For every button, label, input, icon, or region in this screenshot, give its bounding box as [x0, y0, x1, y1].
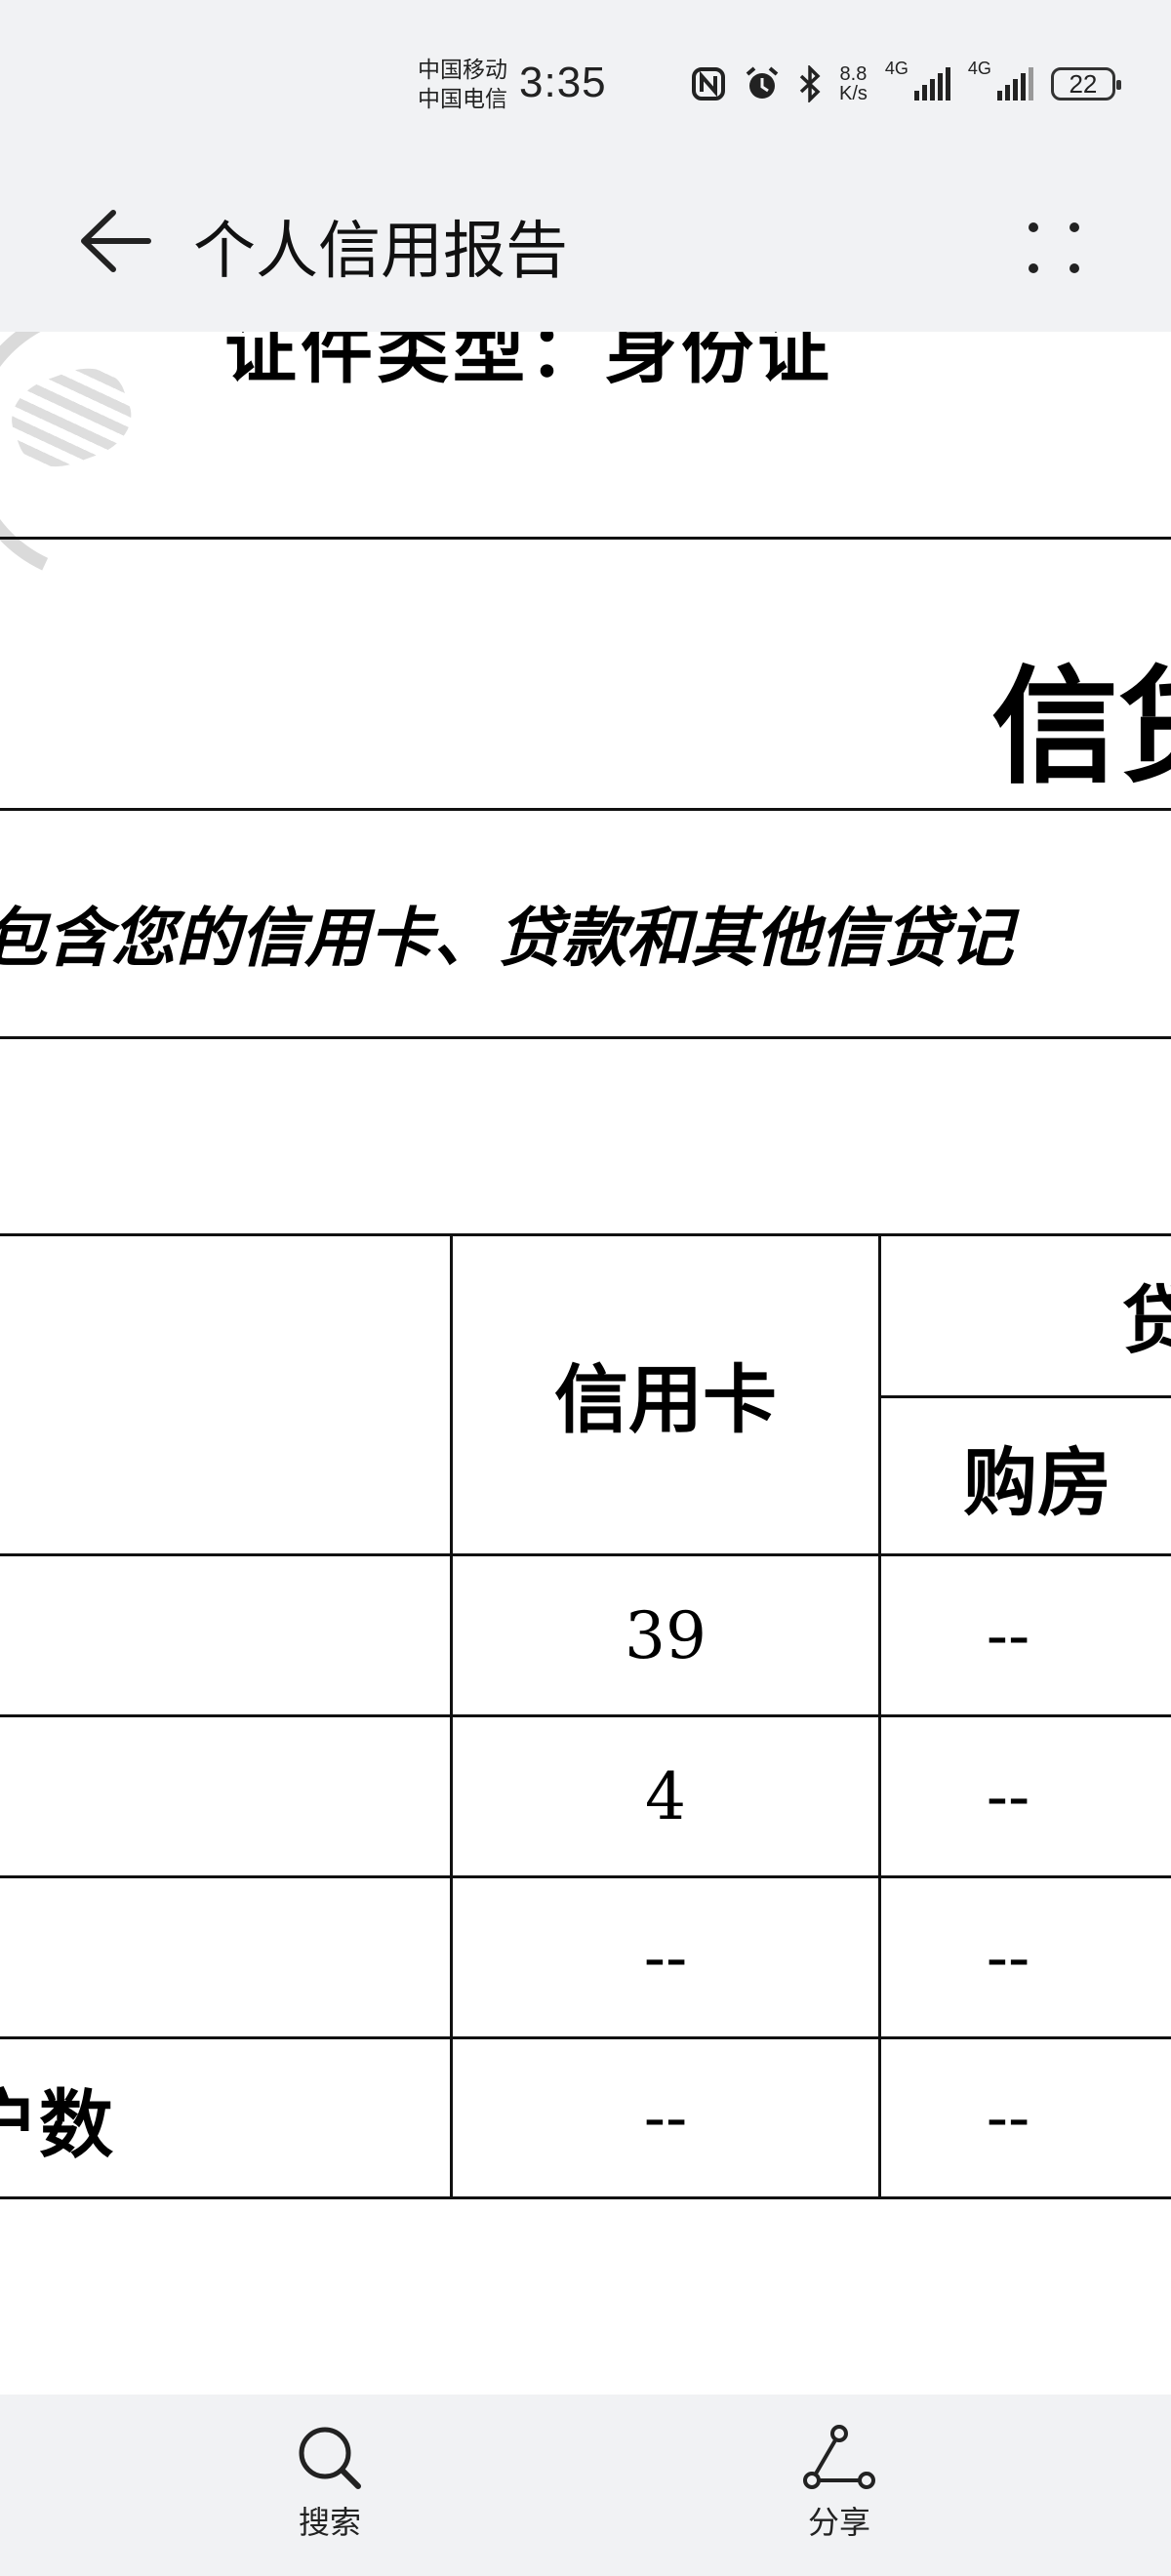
status-bar: 中国移动 中国电信 3:35 8.8 K/s 4G 4G 22: [0, 0, 1171, 146]
network-speed-value: 8.8: [839, 63, 868, 85]
carrier-1: 中国移动: [418, 57, 507, 82]
search-icon: [299, 2427, 361, 2489]
battery-indicator: 22: [1050, 67, 1121, 101]
back-button[interactable]: [78, 207, 152, 275]
divider: [0, 537, 1171, 540]
table-border: [0, 2196, 1171, 2199]
arrow-left-icon: [81, 210, 151, 272]
column-header-housing: 购房: [963, 1438, 1111, 1526]
table-cell: --: [643, 2080, 688, 2155]
credit-summary-table: 信用卡 贷 购房 39 -- 4 -- -- -- 户数 -- --: [0, 1233, 1171, 2199]
app-header: 个人信用报告: [0, 146, 1171, 332]
share-label: 分享: [807, 2505, 870, 2540]
network-speed-unit: K/s: [839, 83, 868, 104]
signal-2-label: 4G: [967, 58, 991, 78]
share-button[interactable]: 分享: [751, 2424, 927, 2543]
row-label-accounts: 户数: [0, 2080, 113, 2168]
table-cell: --: [986, 2080, 1030, 2155]
alarm-icon: [746, 66, 779, 99]
nfc-icon: [692, 67, 725, 101]
more-options-button[interactable]: [1025, 219, 1083, 277]
search-button[interactable]: 搜索: [242, 2424, 418, 2543]
search-label: 搜索: [298, 2505, 361, 2540]
carrier-2: 中国电信: [418, 86, 507, 111]
clock: 3:35: [519, 59, 607, 106]
carrier-names: 中国移动 中国电信: [418, 55, 507, 113]
signal-1-icon: [913, 67, 950, 101]
report-document[interactable]: 证件类型：身份证 信贷 包含您的信用卡、贷款和其他信贷记 信用卡 贷 购房 39…: [0, 332, 1171, 2395]
section-note: 包含您的信用卡、贷款和其他信贷记: [0, 900, 1013, 976]
column-header-credit-card: 信用卡: [554, 1356, 777, 1443]
table-cell: --: [986, 1758, 1030, 1834]
table-cell: --: [986, 1919, 1030, 1995]
bluetooth-icon: [799, 65, 821, 102]
network-speed: 8.8 K/s: [839, 64, 868, 103]
divider: [0, 1036, 1171, 1039]
id-type-line: 证件类型：身份证: [224, 332, 833, 393]
signal-2-icon: [996, 67, 1033, 101]
table-cell: --: [986, 1597, 1030, 1673]
table-cell: --: [643, 1919, 688, 1995]
share-icon: [803, 2425, 875, 2489]
column-header-loan: 贷: [1122, 1277, 1171, 1364]
page-title: 个人信用报告: [193, 216, 568, 286]
divider: [0, 808, 1171, 811]
signal-1-label: 4G: [884, 58, 909, 78]
table-cell: 39: [625, 1597, 707, 1673]
system-icons: 8.8 K/s 4G 4G 22: [691, 59, 1121, 103]
table-cell: 4: [645, 1758, 686, 1834]
section-title: 信贷: [991, 652, 1171, 801]
bottom-toolbar: 搜索 分享: [0, 2395, 1171, 2576]
